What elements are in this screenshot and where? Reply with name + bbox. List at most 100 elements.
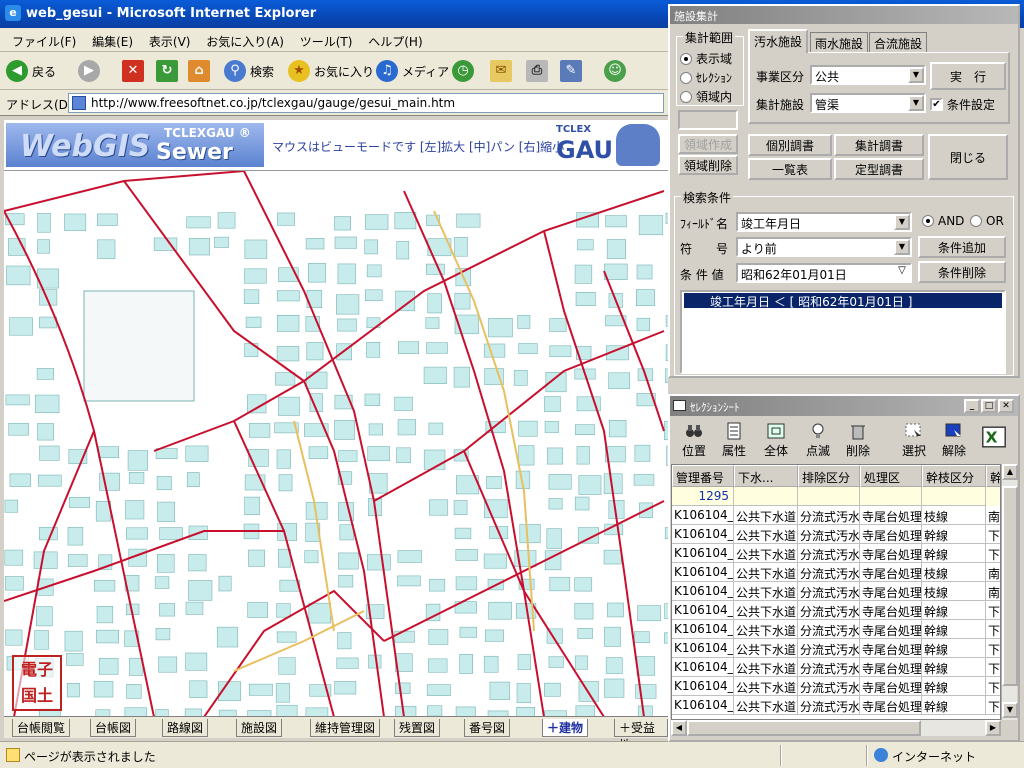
mail-button[interactable]: ✉ (490, 59, 516, 83)
locate-tool[interactable]: 位置 (674, 420, 714, 462)
run-button[interactable]: 実 行 (930, 62, 1006, 90)
delete-condition-button[interactable]: 条件削除 (918, 261, 1006, 283)
table-cell: K106104_65 (672, 658, 734, 677)
tab-route-map[interactable]: 路線図 (162, 719, 209, 737)
minimize-button[interactable]: _ (964, 399, 980, 413)
individual-report-button[interactable]: 個別調書 (748, 134, 832, 156)
table-row[interactable]: K106104_84公共下水道分流式汚水寺尾台処理枝線南 (672, 506, 1000, 525)
table-row[interactable]: K106104_64公共下水道分流式汚水寺尾台処理幹線下 (672, 525, 1000, 544)
table-row[interactable]: K106104_68公共下水道分流式汚水寺尾台処理幹線下 (672, 639, 1000, 658)
excel-export-tool[interactable]: X (976, 420, 1012, 462)
radio-or[interactable]: OR (970, 214, 1004, 228)
table-row[interactable]: K106104_65公共下水道分流式汚水寺尾台処理幹線下 (672, 658, 1000, 677)
fixed-report-button[interactable]: 定型調書 (834, 158, 924, 180)
tab-ledger-view[interactable]: 台帳閲覧 (12, 719, 71, 737)
map-canvas[interactable] (4, 170, 668, 716)
list-button[interactable]: 一覧表 (748, 158, 832, 180)
scroll-up-icon[interactable]: ▲ (1002, 464, 1018, 480)
column-header[interactable]: 排除区分 (798, 465, 860, 487)
delete-area-button[interactable]: 領域削除 (678, 155, 738, 175)
full-extent-tool[interactable]: 全体 (756, 420, 796, 462)
tab-ledger-map[interactable]: 台帳図 (90, 719, 137, 737)
tab-number-map[interactable]: 番号図 (464, 719, 511, 737)
column-header[interactable]: 幹枝区分 (922, 465, 986, 487)
create-area-button[interactable]: 領域作成 (678, 134, 738, 154)
radio-selection[interactable]: ｾﾚｸｼｮﾝ (680, 69, 732, 86)
close-button[interactable]: 閉じる (928, 134, 1008, 180)
attribute-tool[interactable]: 属性 (714, 420, 754, 462)
building-block (129, 657, 144, 676)
facility-value: 管渠 (815, 98, 840, 112)
operator-select[interactable]: より前 ▼ (736, 237, 912, 257)
tab-rainwater[interactable]: 雨水施設 (810, 32, 869, 52)
maximize-button[interactable]: □ (981, 399, 997, 413)
field-name-select[interactable]: 竣工年月日 ▼ (736, 212, 912, 232)
stop-button[interactable]: ✕ (122, 59, 148, 83)
column-header[interactable]: 管理番号 (672, 465, 734, 487)
building-block (574, 602, 594, 620)
refresh-button[interactable]: ↻ (156, 59, 182, 83)
forward-button[interactable]: ▶ (78, 59, 104, 83)
column-header[interactable]: 幹線 (986, 465, 1000, 487)
menu-file[interactable]: ファイル(F) (12, 33, 76, 50)
blink-tool[interactable]: 点滅 (798, 420, 838, 462)
menu-favorites[interactable]: お気に入り(A) (206, 33, 284, 50)
horizontal-scrollbar[interactable]: ◀ ▶ (671, 720, 1001, 736)
condition-list[interactable]: 竣工年月日 ＜ [ 昭和62年01月01日 ] (680, 290, 1006, 374)
summary-report-button[interactable]: 集計調書 (834, 134, 924, 156)
tab-maintenance-map[interactable]: 維持管理図 (310, 719, 381, 737)
deselect-tool[interactable]: 解除 (934, 420, 974, 462)
column-header[interactable]: 下水... (734, 465, 798, 487)
panel-titlebar[interactable]: 施設集計 (670, 6, 1018, 24)
menu-help[interactable]: ヘルプ(H) (368, 33, 422, 50)
selection-table[interactable]: 管理番号 下水... 排除区分 処理区 幹枝区分 幹線 1295 K106104… (671, 464, 1001, 720)
table-row[interactable]: K106104_67公共下水道分流式汚水寺尾台処理幹線下 (672, 696, 1000, 715)
edit-button[interactable]: ✎ (560, 59, 586, 83)
menu-tools[interactable]: ツール(T) (300, 33, 353, 50)
add-condition-button[interactable]: 条件追加 (918, 236, 1006, 258)
category-select[interactable]: 公共 ▼ (810, 65, 926, 85)
radio-display-area[interactable]: 表示域 (680, 50, 732, 67)
scroll-left-icon[interactable]: ◀ (671, 720, 687, 736)
delete-tool[interactable]: 削除 (838, 420, 878, 462)
sewer-map[interactable] (4, 171, 668, 716)
scroll-down-icon[interactable]: ▼ (1002, 702, 1018, 718)
table-row[interactable]: K106104_13公共下水道分流式汚水寺尾台処理枝線南 (672, 582, 1000, 601)
facility-select[interactable]: 管渠 ▼ (810, 93, 926, 113)
tab-residual-map[interactable]: 残置図 (394, 719, 441, 737)
back-button[interactable]: ◀ 戻る (6, 59, 56, 83)
home-button[interactable]: ⌂ (188, 59, 214, 83)
scroll-right-icon[interactable]: ▶ (985, 720, 1001, 736)
table-row[interactable]: K106104_77公共下水道分流式汚水寺尾台処理幹線下 (672, 601, 1000, 620)
favorites-button[interactable]: ★ お気に入り (288, 59, 374, 83)
table-row[interactable]: K106104_66公共下水道分流式汚水寺尾台処理幹線下 (672, 677, 1000, 696)
condition-setting-checkbox[interactable]: ✔ 条件設定 (930, 96, 995, 113)
media-button[interactable]: ♫ メディア (376, 59, 449, 83)
print-button[interactable]: ⎙ (526, 59, 552, 83)
menu-view[interactable]: 表示(V) (149, 33, 191, 50)
table-row[interactable]: K106104_63公共下水道分流式汚水寺尾台処理幹線下 (672, 544, 1000, 563)
scroll-thumb[interactable] (687, 720, 921, 736)
condition-list-item[interactable]: 竣工年月日 ＜ [ 昭和62年01月01日 ] (684, 293, 1002, 309)
tab-facility-map[interactable]: 施設図 (236, 719, 283, 737)
search-button[interactable]: ⚲ 検索 (224, 59, 274, 83)
condition-value-input[interactable]: 昭和62年01月01日 ▽ (736, 263, 912, 283)
tab-buildings[interactable]: ＋建物 (542, 719, 589, 737)
tab-combined[interactable]: 合流施設 (869, 32, 928, 52)
window-close-button[interactable]: ✕ (998, 399, 1014, 413)
tab-sewage[interactable]: 汚水施設 (748, 29, 809, 53)
table-row[interactable]: K106104_78公共下水道分流式汚水寺尾台処理幹線下 (672, 620, 1000, 639)
radio-in-area[interactable]: 領域内 (680, 88, 732, 105)
address-input[interactable]: http://www.freesoftnet.co.jp/tclexgau/ga… (68, 93, 664, 113)
column-header[interactable]: 処理区 (860, 465, 922, 487)
menu-edit[interactable]: 編集(E) (92, 33, 133, 50)
history-button[interactable]: ◷ (452, 59, 478, 83)
building-block (518, 420, 538, 437)
table-row[interactable]: K106104_12公共下水道分流式汚水寺尾台処理枝線南 (672, 563, 1000, 582)
vertical-scrollbar[interactable]: ▲ ▼ (1001, 464, 1018, 720)
radio-and[interactable]: AND (922, 214, 964, 228)
tab-beneficiary-area[interactable]: ＋受益地 (614, 719, 668, 752)
messenger-button[interactable]: ☺ (604, 59, 630, 83)
scroll-thumb[interactable] (1002, 486, 1018, 686)
select-tool[interactable]: 選択 (894, 420, 934, 462)
